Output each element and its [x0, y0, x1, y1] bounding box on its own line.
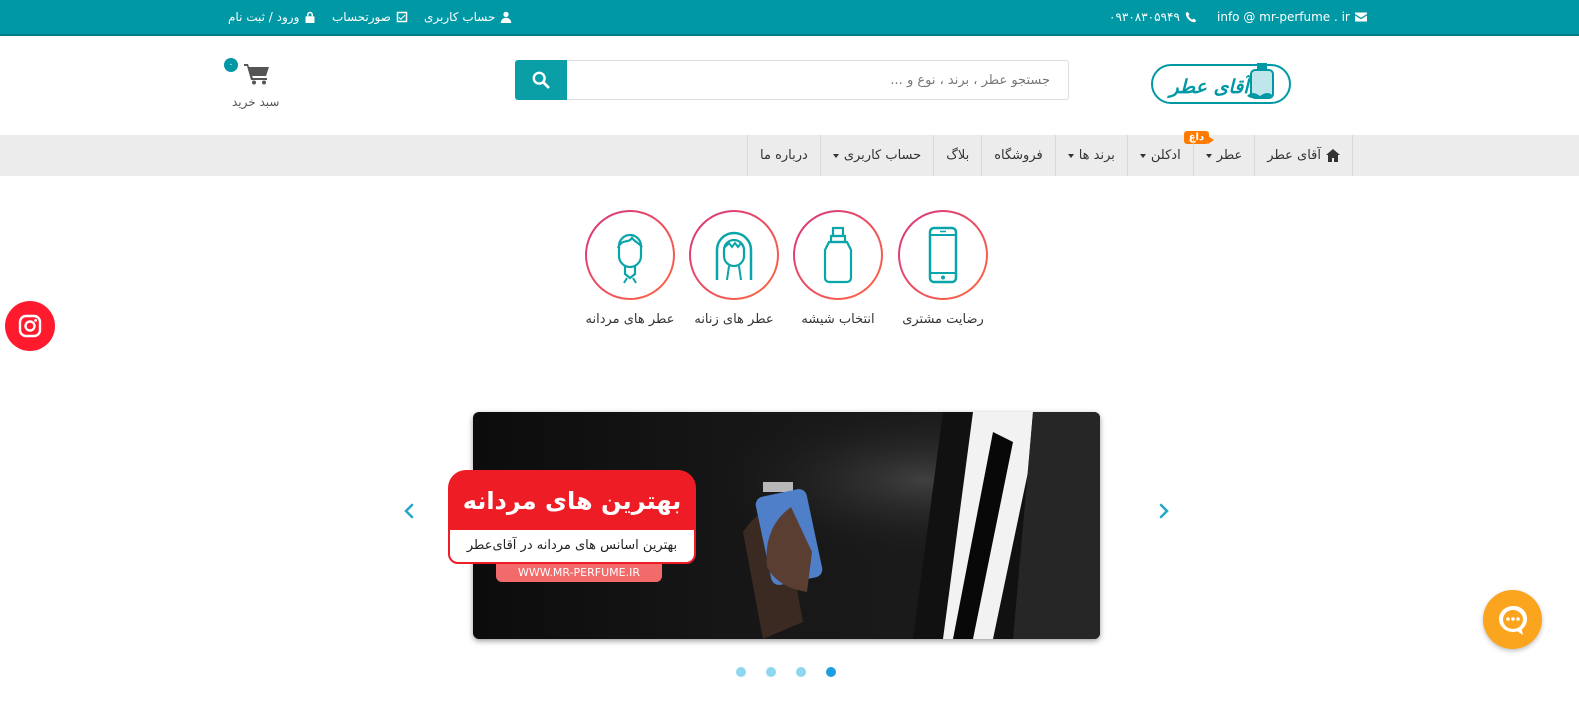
phone-icon	[928, 226, 958, 284]
invoice-link[interactable]: صورتحساب	[332, 10, 408, 24]
search-icon	[532, 71, 550, 89]
nav-item-label: فروشگاه	[994, 148, 1043, 163]
woman-icon	[715, 231, 753, 281]
cart-count-badge: ۰	[224, 58, 238, 72]
chat-button[interactable]	[1483, 590, 1542, 649]
man-icon	[616, 233, 643, 284]
site-logo[interactable]: آقای عطر	[1151, 58, 1293, 108]
slider-dots	[736, 667, 836, 677]
nav-item-label: ادکلن	[1150, 148, 1181, 163]
home-icon	[1326, 149, 1340, 162]
slide-title: بهترین های مردانه	[448, 470, 696, 532]
envelope-icon	[1354, 12, 1367, 22]
slide-promo-banner[interactable]: بهترین های مردانه بهترین اسانس های مردان…	[448, 470, 696, 582]
invoice-text: صورتحساب	[332, 10, 391, 24]
slider-next-arrow[interactable]	[1153, 500, 1175, 522]
feature-label: عطر های مردانه	[585, 312, 675, 327]
account-link[interactable]: حساب کاربری	[424, 10, 512, 24]
instagram-button[interactable]	[5, 301, 55, 351]
chevron-down-icon	[832, 153, 839, 158]
search-button[interactable]	[515, 60, 567, 100]
instagram-icon	[18, 314, 42, 338]
chat-bubble-icon	[1498, 605, 1527, 635]
cart-icon	[244, 64, 269, 85]
nav-item-account[interactable]: حساب کاربری	[821, 135, 935, 176]
nav-item-label: حساب کاربری	[843, 148, 922, 163]
search-bar	[515, 60, 1069, 101]
nav-item-home[interactable]: آقای عطر	[1255, 135, 1353, 176]
feature-label: رضایت مشتری	[902, 312, 984, 327]
slider-dot[interactable]	[796, 667, 806, 677]
slide-url: WWW.MR-PERFUME.IR	[496, 564, 662, 582]
feature-customer-satisfaction[interactable]: رضایت مشتری	[888, 210, 998, 327]
slide-subtitle: بهترین اسانس های مردانه در آقای‌عطر	[448, 528, 696, 564]
slider-dot-active[interactable]	[826, 667, 836, 677]
feature-men-perfumes[interactable]: عطر های مردانه	[575, 210, 685, 327]
shopping-cart[interactable]: ۰ سبد خرید	[224, 58, 288, 114]
chevron-down-icon	[1067, 153, 1074, 158]
login-link[interactable]: ورود / ثبت نام	[228, 10, 316, 24]
chevron-down-icon	[1205, 153, 1212, 158]
chevron-down-icon	[1139, 153, 1146, 158]
nav-item-cologne[interactable]: ادکلن	[1128, 135, 1194, 176]
account-text: حساب کاربری	[424, 10, 496, 24]
lock-icon	[305, 11, 315, 23]
slider-dot[interactable]	[766, 667, 776, 677]
feature-label: انتخاب شیشه	[801, 312, 875, 327]
email-contact[interactable]: info @ mr-perfume . ir	[1217, 10, 1367, 24]
nav-item-label: عطر	[1216, 148, 1243, 163]
nav-item-blog[interactable]: بلاگ	[934, 135, 983, 176]
feature-label: عطر های زنانه	[694, 312, 774, 327]
bottle-icon	[823, 226, 853, 284]
nav-item-shop[interactable]: فروشگاه	[982, 135, 1056, 176]
phone-icon	[1185, 11, 1197, 23]
feature-women-perfumes[interactable]: عطر های زنانه	[679, 210, 789, 327]
nav-item-brands[interactable]: برند ها	[1056, 135, 1128, 176]
slider-dot[interactable]	[736, 667, 746, 677]
cart-label: سبد خرید	[232, 95, 280, 109]
nav-item-label: درباره ما	[760, 148, 808, 163]
checkbox-icon	[396, 11, 408, 23]
user-icon	[501, 11, 512, 23]
nav-item-perfume[interactable]: عطر داغ	[1183, 131, 1256, 176]
main-navigation: آقای عطر عطر داغ ادکلن برند ها فروشگاه ب…	[0, 131, 1579, 176]
nav-item-about[interactable]: درباره ما	[748, 135, 821, 176]
nav-item-label: برند ها	[1078, 148, 1115, 163]
search-input[interactable]	[567, 60, 1069, 100]
email-text: info @ mr-perfume . ir	[1217, 10, 1350, 24]
phone-text: ۰۹۳۰۸۳۰۵۹۴۹	[1109, 10, 1180, 24]
nav-item-label: آقای عطر	[1267, 148, 1321, 163]
phone-contact[interactable]: ۰۹۳۰۸۳۰۵۹۴۹	[1109, 10, 1197, 24]
nav-item-label: بلاگ	[946, 148, 970, 163]
slider-prev-arrow[interactable]	[398, 500, 420, 522]
feature-bottle-choice[interactable]: انتخاب شیشه	[783, 210, 893, 327]
top-bar: info @ mr-perfume . ir ۰۹۳۰۸۳۰۵۹۴۹ حساب …	[0, 0, 1579, 36]
logo-text: آقای عطر	[1166, 74, 1255, 98]
login-text: ورود / ثبت نام	[228, 10, 300, 24]
